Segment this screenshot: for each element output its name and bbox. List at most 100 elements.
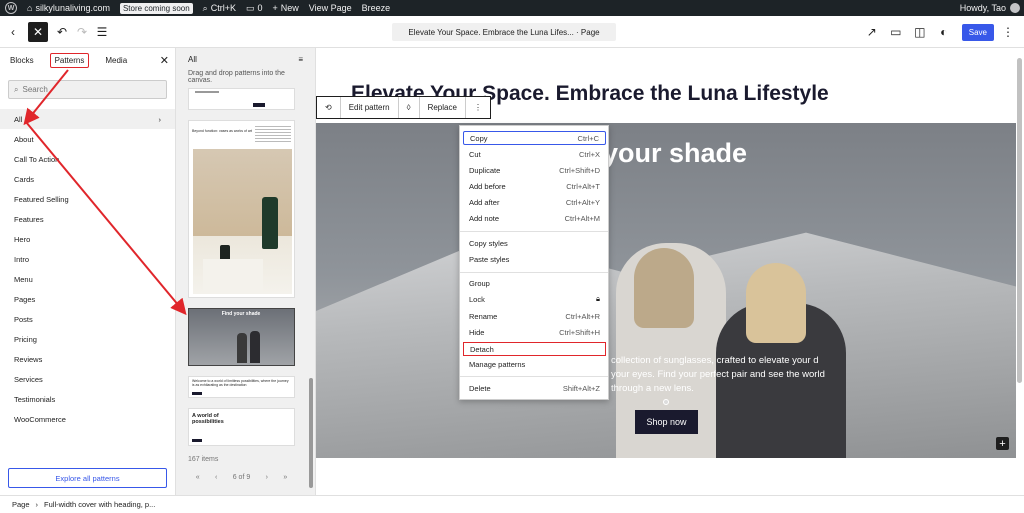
options-kebab-icon[interactable]: ⋮ xyxy=(998,22,1018,42)
category-item-all[interactable]: All › xyxy=(0,109,175,129)
menu-item-rename[interactable]: Rename Ctrl+Alt+R xyxy=(463,309,606,323)
menu-item-hide[interactable]: Hide Ctrl+Shift+H xyxy=(463,325,606,339)
menu-item-lock[interactable]: Lock 🔒︎ xyxy=(463,292,606,306)
replace-button[interactable]: Replace xyxy=(420,97,466,118)
pattern-card[interactable]: Beyond function: vases as works of art xyxy=(188,120,295,298)
explore-all-patterns-button[interactable]: Explore all patterns xyxy=(8,468,167,488)
menu-item-manage-patterns[interactable]: Manage patterns xyxy=(463,357,606,371)
search-icon: ⌕ xyxy=(14,84,19,94)
tab-patterns[interactable]: Patterns xyxy=(49,52,90,68)
avatar[interactable] xyxy=(1010,3,1020,13)
category-item-reviews[interactable]: Reviews xyxy=(0,349,175,369)
close-panel-icon[interactable]: ✕ xyxy=(160,54,169,67)
pattern-card-title: A world of possibilities xyxy=(192,413,224,425)
next-page-icon[interactable]: › xyxy=(266,474,268,481)
new-content-link[interactable]: + New xyxy=(268,0,304,16)
view-page-link[interactable]: View Page xyxy=(304,0,357,16)
cover-paragraph[interactable]: collection of sunglasses, crafted to ele… xyxy=(611,354,826,396)
breadcrumb-page[interactable]: Page xyxy=(12,500,30,509)
document-overview-icon[interactable]: ☰ xyxy=(92,22,112,42)
document-title-bar[interactable]: Elevate Your Space. Embrace the Luna Lif… xyxy=(392,23,616,41)
category-item-testimonials[interactable]: Testimonials xyxy=(0,389,175,409)
category-item-woocommerce[interactable]: WooCommerce xyxy=(0,409,175,429)
person-hair-shape xyxy=(746,263,806,343)
breadcrumb-current-block[interactable]: Full-width cover with heading, p... xyxy=(44,500,155,509)
category-item-menu[interactable]: Menu xyxy=(0,269,175,289)
category-item-features[interactable]: Features xyxy=(0,209,175,229)
category-item-services[interactable]: Services xyxy=(0,369,175,389)
pattern-transform-icon[interactable]: ⟲ xyxy=(317,97,341,118)
comments-link[interactable]: ▭ 0 xyxy=(241,0,268,16)
menu-item-add-after[interactable]: Add after Ctrl+Alt+Y xyxy=(463,195,606,209)
last-page-icon[interactable]: » xyxy=(283,474,287,481)
category-item-about[interactable]: About xyxy=(0,129,175,149)
pattern-preview-button xyxy=(192,439,202,442)
device-preview-icon[interactable]: ▭ xyxy=(886,22,906,42)
pattern-card[interactable]: Welcome to a world of limitless possibil… xyxy=(188,376,295,398)
command-palette-link[interactable]: ⌕ Ctrl+K xyxy=(198,0,241,16)
menu-item-cut[interactable]: Cut Ctrl+X xyxy=(463,147,606,161)
pattern-preview-figure xyxy=(237,333,247,363)
breadcrumb-separator-icon: › xyxy=(35,500,39,509)
pattern-card[interactable] xyxy=(188,88,295,110)
category-item-intro[interactable]: Intro xyxy=(0,249,175,269)
add-block-plus-icon[interactable]: + xyxy=(996,437,1009,450)
search-input[interactable] xyxy=(22,85,153,94)
menu-item-copy[interactable]: Copy Ctrl+C xyxy=(463,131,606,145)
category-item-pricing[interactable]: Pricing xyxy=(0,329,175,349)
menu-item-duplicate[interactable]: Duplicate Ctrl+Shift+D xyxy=(463,163,606,177)
category-item-posts[interactable]: Posts xyxy=(0,309,175,329)
shop-now-button[interactable]: Shop now xyxy=(635,410,698,434)
slider-dot[interactable] xyxy=(663,399,669,405)
back-chevron-icon[interactable]: ‹ xyxy=(3,22,23,42)
filter-icon[interactable]: ≡ xyxy=(298,55,303,64)
pattern-preview-line xyxy=(195,91,219,93)
menu-divider xyxy=(460,376,608,377)
pattern-card-selected[interactable]: Find your shade xyxy=(188,308,295,366)
cover-block[interactable] xyxy=(316,123,1016,458)
pattern-list-scrollbar[interactable] xyxy=(309,378,313,488)
edit-pattern-button[interactable]: Edit pattern xyxy=(341,97,399,118)
menu-item-delete[interactable]: Delete Shift+Alt+Z xyxy=(463,381,606,395)
block-breadcrumb: Page › Full-width cover with heading, p.… xyxy=(0,495,1024,513)
close-inserter-button[interactable]: ✕ xyxy=(28,21,48,42)
settings-sidebar-icon[interactable]: ◫ xyxy=(910,22,930,42)
drop-icon[interactable]: ◊ xyxy=(399,97,420,118)
category-item-cards[interactable]: Cards xyxy=(0,169,175,189)
pattern-card[interactable]: A world of possibilities xyxy=(188,408,295,446)
store-status[interactable]: Store coming soon xyxy=(115,0,198,16)
wordpress-logo[interactable]: W xyxy=(0,0,22,16)
menu-item-copy-styles[interactable]: Copy styles xyxy=(463,236,606,250)
menu-divider xyxy=(460,272,608,273)
pattern-preview-figure xyxy=(250,331,260,363)
tab-media[interactable]: Media xyxy=(101,54,131,67)
styles-icon[interactable]: ◐ xyxy=(934,22,954,42)
category-item-call-to-action[interactable]: Call To Action xyxy=(0,149,175,169)
save-button[interactable]: Save xyxy=(961,23,994,41)
howdy-user[interactable]: Howdy, Tao xyxy=(960,3,1006,13)
step-shape xyxy=(203,259,263,294)
pattern-card-title: Welcome to a world of limitless possibil… xyxy=(192,379,289,387)
more-options-icon[interactable]: ⋮ xyxy=(466,97,490,118)
redo-icon[interactable]: ↷ xyxy=(72,22,92,42)
menu-item-group[interactable]: Group xyxy=(463,276,606,290)
category-item-hero[interactable]: Hero xyxy=(0,229,175,249)
breeze-link[interactable]: Breeze xyxy=(357,0,396,16)
menu-item-add-before[interactable]: Add before Ctrl+Alt+T xyxy=(463,179,606,193)
undo-icon[interactable]: ↶ xyxy=(52,22,72,42)
site-name-link[interactable]: ⌂ silkylunaliving.com xyxy=(22,0,115,16)
pattern-card-title: Find your shade xyxy=(221,311,261,317)
menu-item-add-note[interactable]: Add note Ctrl+Alt+M xyxy=(463,211,606,225)
menu-item-paste-styles[interactable]: Paste styles xyxy=(463,252,606,266)
canvas-scrollbar[interactable] xyxy=(1017,58,1022,383)
prev-page-icon[interactable]: ‹ xyxy=(215,474,217,481)
category-item-pages[interactable]: Pages xyxy=(0,289,175,309)
first-page-icon[interactable]: « xyxy=(196,474,200,481)
home-icon: ⌂ xyxy=(27,3,33,13)
tab-blocks[interactable]: Blocks xyxy=(6,54,38,67)
close-icon: ✕ xyxy=(32,24,44,39)
chevron-right-icon: › xyxy=(158,114,162,124)
menu-item-detach[interactable]: Detach xyxy=(463,342,606,356)
category-item-featured-selling[interactable]: Featured Selling xyxy=(0,189,175,209)
external-link-icon[interactable]: ↗ xyxy=(862,22,882,42)
